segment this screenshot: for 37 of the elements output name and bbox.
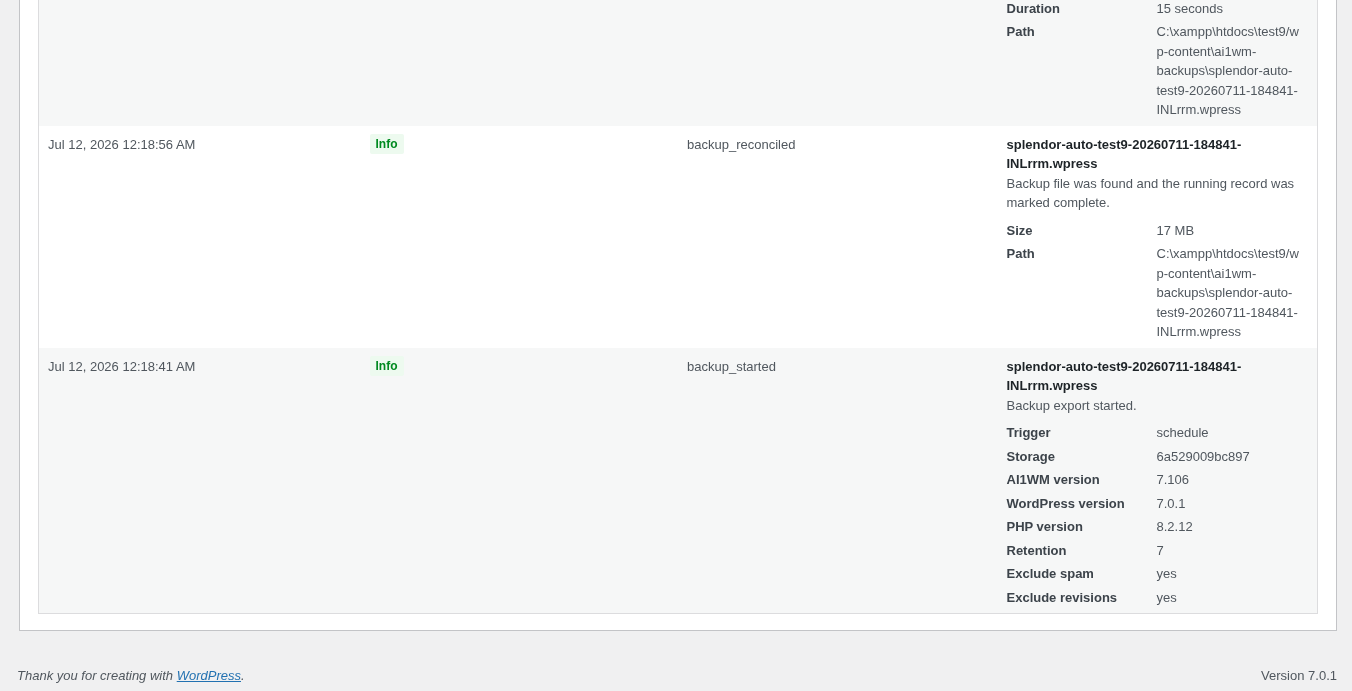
detail-value: C:\xampp\htdocs\test9/wp-content\ai1wm-backups\splendor-auto-test9-20260711-184841-INLrrm.wpress (1156, 246, 1299, 339)
detail-value: 15 seconds (1156, 0, 1223, 16)
detail-message: Backup file was found and the running record was marked complete. (1006, 174, 1296, 212)
detail-label: Exclude revisions (1006, 589, 1118, 605)
detail-value: C:\xampp\htdocs\test9/wp-content\ai1wm-backups\splendor-auto-test9-20260711-184841-INLrrm.wpress (1156, 24, 1299, 117)
backup-file-name: splendor-auto-test9-20260711-184841-INLrrm.wpress (1006, 357, 1243, 395)
detail-label: Size (1006, 222, 1033, 238)
level-badge: Info (369, 133, 404, 154)
detail-label: Path (1006, 24, 1035, 39)
detail-value: 6a529009bc897 (1156, 448, 1250, 464)
event-name: backup_started (687, 357, 776, 376)
detail-value: 7.0.1 (1156, 495, 1186, 511)
log-time: Jul 12, 2026 12:18:41 AM (48, 357, 196, 376)
detail-label: Path (1006, 246, 1035, 261)
version-text: Version 7.0.1 (1261, 667, 1337, 685)
backup-file-name: splendor-auto-test9-20260711-184841-INLrrm.wpress (1006, 135, 1243, 173)
detail-label: Trigger (1006, 425, 1051, 440)
detail-label: Retention (1006, 542, 1067, 558)
detail-label: Storage (1006, 448, 1055, 464)
detail-label: AI1WM version (1006, 472, 1100, 487)
detail-label: PHP version (1006, 519, 1083, 534)
detail-value: 7.106 (1156, 472, 1190, 487)
detail-value: 17 MB (1156, 222, 1195, 238)
detail-label: WordPress version (1006, 495, 1125, 511)
level-badge: Info (369, 355, 404, 376)
detail-value: yes (1156, 566, 1177, 581)
detail-label: Exclude spam (1006, 566, 1094, 581)
detail-message: Backup export started. (1006, 396, 1138, 415)
wordpress-link[interactable]: WordPress (176, 668, 241, 683)
footer-thanks: Thank you for creating with WordPress. (17, 667, 245, 685)
detail-value: 8.2.12 (1156, 519, 1193, 534)
detail-value: yes (1156, 589, 1177, 605)
detail-label: Duration (1006, 0, 1060, 16)
detail-value: schedule (1156, 425, 1209, 440)
event-name: backup_reconciled (687, 135, 796, 154)
log-time: Jul 12, 2026 12:18:56 AM (48, 135, 196, 154)
detail-value: 7 (1156, 542, 1164, 558)
